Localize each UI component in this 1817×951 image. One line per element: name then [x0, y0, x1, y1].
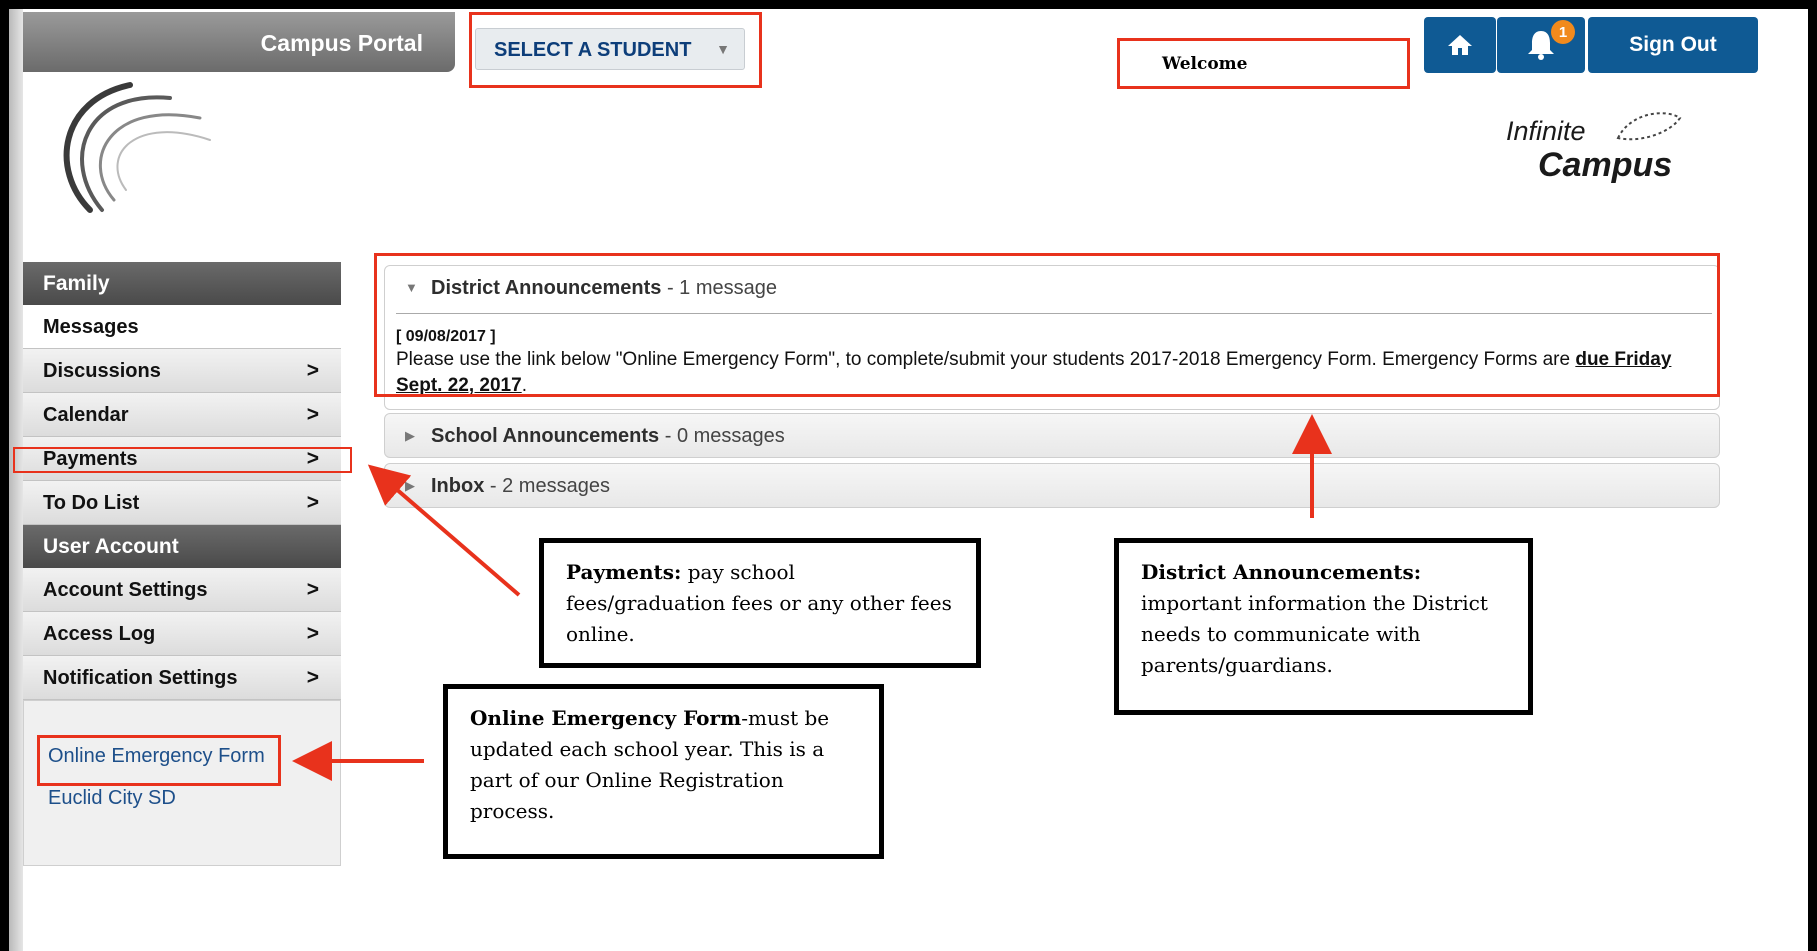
arrow-to-payments	[367, 464, 521, 597]
annotation-arrows	[292, 414, 1332, 781]
